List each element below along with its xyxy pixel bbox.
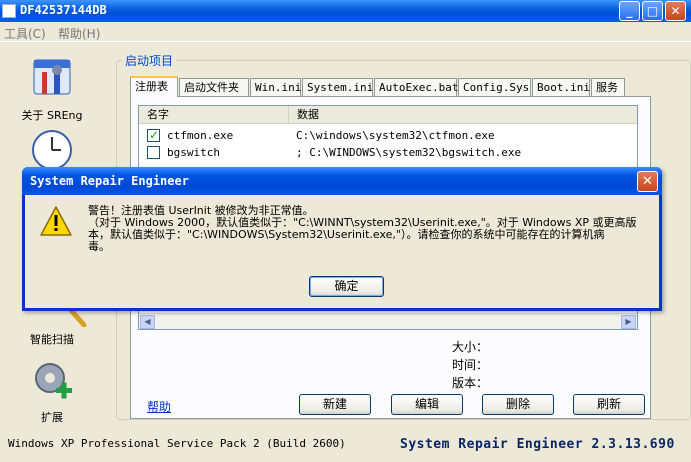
maximize-button[interactable]: □ xyxy=(642,1,663,21)
menu-tools[interactable]: 工具(C) xyxy=(4,25,46,42)
app-icon xyxy=(2,4,16,18)
tab-config-sys[interactable]: Config.Sys xyxy=(458,78,531,96)
item-data: C:\windows\system32\ctfmon.exe xyxy=(296,129,495,142)
warning-icon xyxy=(40,206,72,236)
time-label: 时间： xyxy=(452,358,489,372)
menu-help[interactable]: 帮助(H) xyxy=(58,25,100,42)
delete-button[interactable]: 删除 xyxy=(482,394,554,415)
scroll-right-icon[interactable]: ▶ xyxy=(621,315,636,329)
dialog-title-bar[interactable]: System Repair Engineer ✕ xyxy=(22,167,662,195)
sidebar-item-clock[interactable] xyxy=(14,128,90,168)
item-name: ctfmon.exe xyxy=(167,129,234,142)
minimize-button[interactable]: _ xyxy=(619,1,640,21)
sidebar-item-smart-scan[interactable]: 智能扫描 xyxy=(14,305,90,347)
tab-autoexec[interactable]: AutoExec.bat xyxy=(374,78,458,96)
tab-system-ini[interactable]: System.ini xyxy=(302,78,373,96)
list-item[interactable]: bgswitch ; C:\WINDOWS\system32\bgswitch.… xyxy=(139,144,629,161)
sidebar-item-extensions[interactable]: 扩展 xyxy=(14,358,90,425)
sidebar-label-extensions: 扩展 xyxy=(41,411,63,424)
ok-button[interactable]: 确定 xyxy=(309,276,384,297)
scroll-left-icon[interactable]: ◀ xyxy=(140,315,155,329)
list-item[interactable]: ctfmon.exe C:\windows\system32\ctfmon.ex… xyxy=(139,127,629,144)
clock-icon xyxy=(32,130,72,168)
tab-boot-ini[interactable]: Boot.ini xyxy=(532,78,590,96)
group-title: 启动项目 xyxy=(122,52,177,69)
dialog-title: System Repair Engineer xyxy=(30,174,189,188)
title-bar[interactable]: DF42537144DB _ □ ✕ xyxy=(0,0,691,22)
window-title: DF42537144DB xyxy=(20,3,107,17)
app-version: System Repair Engineer 2.3.13.690 xyxy=(400,437,675,452)
checkbox[interactable] xyxy=(147,127,160,144)
gear-plus-icon xyxy=(35,363,72,399)
item-data: ; C:\WINDOWS\system32\bgswitch.exe xyxy=(296,146,522,159)
edit-button[interactable]: 编辑 xyxy=(391,394,463,415)
os-status: Windows XP Professional Service Pack 2 (… xyxy=(8,437,346,450)
tab-registry[interactable]: 注册表 xyxy=(130,76,178,97)
tab-services[interactable]: 服务 xyxy=(591,78,625,96)
warning-dialog: System Repair Engineer ✕ 警告！注册表值 UserIni… xyxy=(22,167,662,311)
column-header-data[interactable]: 数据 xyxy=(289,106,637,124)
menu-bar: 工具(C) 帮助(H) xyxy=(0,22,691,42)
close-button[interactable]: ✕ xyxy=(665,1,686,21)
column-header-name[interactable]: 名字 xyxy=(139,106,289,124)
size-label: 大小： xyxy=(452,340,489,354)
dialog-close-button[interactable]: ✕ xyxy=(637,171,658,192)
sidebar-label-smart-scan: 智能扫描 xyxy=(30,333,74,346)
refresh-button[interactable]: 刷新 xyxy=(573,394,645,415)
sidebar-item-about[interactable]: 关于 SREng xyxy=(14,56,90,123)
sidebar-label-about: 关于 SREng xyxy=(21,109,83,122)
horizontal-scrollbar[interactable]: ◀ ▶ xyxy=(139,313,637,329)
tab-win-ini[interactable]: Win.ini xyxy=(250,78,301,96)
new-button[interactable]: 新建 xyxy=(299,394,371,415)
dialog-message: 警告！注册表值 UserInit 被修改为非正常值。 （对于 Windows 2… xyxy=(88,204,637,253)
checkbox[interactable] xyxy=(147,146,160,159)
item-name: bgswitch xyxy=(167,146,220,159)
help-link[interactable]: 帮助 xyxy=(147,398,171,415)
tools-icon xyxy=(33,59,71,95)
tab-startup-folder[interactable]: 启动文件夹 xyxy=(179,78,249,96)
version-label: 版本： xyxy=(452,376,489,390)
